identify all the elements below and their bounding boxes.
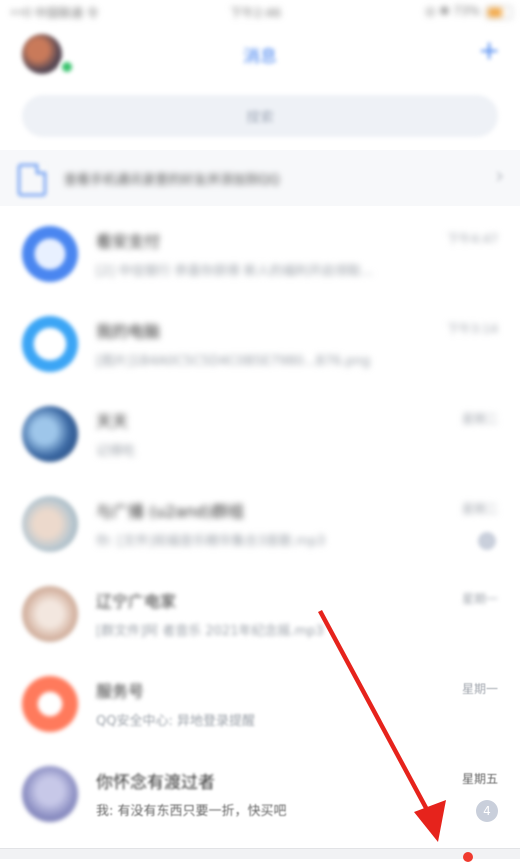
conversation-row[interactable]: 天天 记得吃 星期二 <box>0 388 520 478</box>
clock: 下午2:46 <box>230 6 281 20</box>
search-placeholder: 搜索 <box>246 110 274 126</box>
banner-text: 查看手机通讯录里的好友并添加到QQ <box>64 173 280 188</box>
conversation-name: 辽宁广电家 <box>96 592 177 611</box>
carrier-signal: ••ll 中国联通 令 <box>10 6 99 20</box>
header: 消息 + <box>0 24 520 82</box>
status-bar: ••ll 中国联通 令 下午2:46 ◎ ✱ 73% <box>0 0 520 24</box>
conversation-time: 星期二 <box>461 412 498 426</box>
conversation-preview: [图片]1B4A0C5C5D4C0B5E7980...B76.png <box>96 354 371 369</box>
avatar <box>22 586 78 642</box>
avatar <box>22 676 78 732</box>
conversation-name: 你怀念有渡过者 <box>96 773 215 793</box>
conversation-name: 天天 <box>96 412 129 431</box>
mute-icon <box>478 532 496 550</box>
avatar <box>22 406 78 462</box>
conversation-preview: 记得吃 <box>96 444 136 459</box>
conversation-row[interactable]: 辽宁广电家 [群文件]阿 者音乐 2021年纪念摇.mp3 星期一 <box>0 568 520 658</box>
notification-dot-icon <box>463 852 473 862</box>
conversation-time: 星期二 <box>461 502 498 516</box>
conversation-name: 我的电脑 <box>96 322 161 341</box>
conversation-time: 下午3:14 <box>447 322 498 336</box>
conversation-row[interactable]: 你怀念有渡过者 我: 有没有东西只要一折，快买吧 星期五 4 <box>0 748 520 838</box>
conversation-time: 下午4:47 <box>447 232 498 246</box>
conversation-name: 看安支付 <box>96 232 161 251</box>
conversation-name: 与广播 (u2and)群组 <box>96 502 244 521</box>
conversation-preview: 我: 有没有东西只要一折，快买吧 <box>96 804 287 819</box>
avatar <box>22 496 78 552</box>
add-icon[interactable]: + <box>478 36 500 66</box>
avatar <box>22 316 78 372</box>
conversation-preview: QQ安全中心: 异地登录提醒 <box>96 714 255 729</box>
unread-badge: 4 <box>476 800 498 822</box>
document-icon <box>18 164 46 196</box>
battery-icon <box>486 6 512 19</box>
conversation-row[interactable]: 我的电脑 [图片]1B4A0C5C5D4C0B5E7980...B76.png … <box>0 298 520 388</box>
conversation-preview: [群文件]阿 者音乐 2021年纪念摇.mp3 <box>96 624 324 639</box>
page-title: 消息 <box>243 47 277 67</box>
conversation-row[interactable]: 服务号 QQ安全中心: 异地登录提醒 星期一 <box>0 658 520 748</box>
status-icons: ◎ ✱ 73% <box>425 4 480 18</box>
conversation-name: 服务号 <box>96 682 145 701</box>
conversation-preview: 你: [文件]祝福音乐精华集合3首歌.mp3 <box>96 534 326 549</box>
contacts-banner[interactable]: 查看手机通讯录里的好友并添加到QQ › <box>0 150 520 206</box>
bottom-tab-bar[interactable] <box>0 848 520 859</box>
conversation-time: 星期一 <box>461 592 498 606</box>
search-bar[interactable]: 搜索 <box>22 95 498 137</box>
avatar <box>22 766 78 822</box>
chevron-right-icon: › <box>495 164 504 189</box>
conversation-time: 星期一 <box>461 682 498 696</box>
avatar <box>22 226 78 282</box>
conversation-row[interactable]: 与广播 (u2and)群组 你: [文件]祝福音乐精华集合3首歌.mp3 星期二 <box>0 478 520 568</box>
conversation-time: 星期五 <box>461 772 498 786</box>
conversation-preview: [2] 中信银行 恭喜你获得 新人的福利开启领取... <box>96 264 374 279</box>
conversation-row[interactable]: 看安支付 [2] 中信银行 恭喜你获得 新人的福利开启领取... 下午4:47 <box>0 208 520 298</box>
